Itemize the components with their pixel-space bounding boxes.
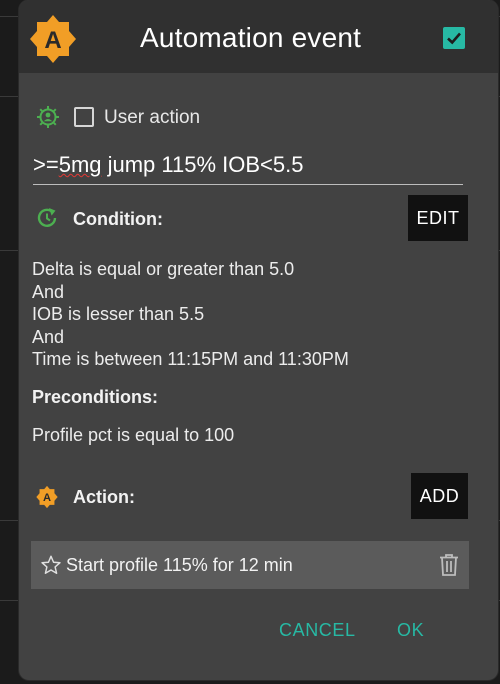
action-logo-icon: A: [36, 485, 58, 509]
user-action-gear-icon: [37, 106, 59, 128]
preconditions-label: Preconditions:: [32, 387, 159, 407]
condition-line: Delta is equal or greater than 5.0: [32, 259, 295, 279]
condition-line: Time is between 11:15PM and 11:30PM: [32, 349, 349, 369]
action-label: Action:: [73, 487, 135, 507]
event-name-input[interactable]: >=5mg jump 115% IOB<5.5: [33, 152, 463, 185]
checkmark-icon: [447, 32, 461, 45]
condition-label: Condition:: [73, 209, 163, 229]
condition-refresh-icon: [37, 208, 57, 227]
cancel-button[interactable]: CANCEL: [279, 620, 356, 641]
svg-text:A: A: [43, 492, 51, 504]
user-action-checkbox[interactable]: [74, 107, 94, 127]
action-list-item[interactable]: Start profile 115% for 12 min: [31, 541, 469, 589]
trash-icon[interactable]: [438, 553, 460, 577]
dialog-title: Automation event: [140, 22, 362, 53]
dialog-titlebar: A Automation event: [19, 0, 498, 73]
automation-event-dialog: A Automation event User action >=5mg jum…: [19, 0, 498, 680]
action-item-text: Start profile 115% for 12 min: [66, 555, 293, 575]
preconditions-text: Profile pct is equal to 100: [32, 425, 235, 445]
user-action-label: User action: [104, 107, 201, 128]
event-name-text: >=5mg jump 115% IOB<5.5: [33, 152, 304, 177]
svg-text:A: A: [44, 27, 61, 54]
androidaps-logo-icon: A: [30, 15, 76, 63]
add-action-button[interactable]: ADD: [411, 473, 468, 519]
condition-line: IOB is lesser than 5.5: [32, 304, 205, 324]
condition-line: And: [32, 281, 65, 302]
condition-line: And: [32, 326, 65, 347]
condition-list: Delta is equal or greater than 5.0 And I…: [32, 258, 472, 371]
event-enabled-checkbox[interactable]: [443, 27, 465, 49]
ok-button[interactable]: OK: [397, 620, 424, 641]
star-outline-icon: [41, 555, 61, 574]
edit-condition-button[interactable]: EDIT: [408, 195, 468, 241]
